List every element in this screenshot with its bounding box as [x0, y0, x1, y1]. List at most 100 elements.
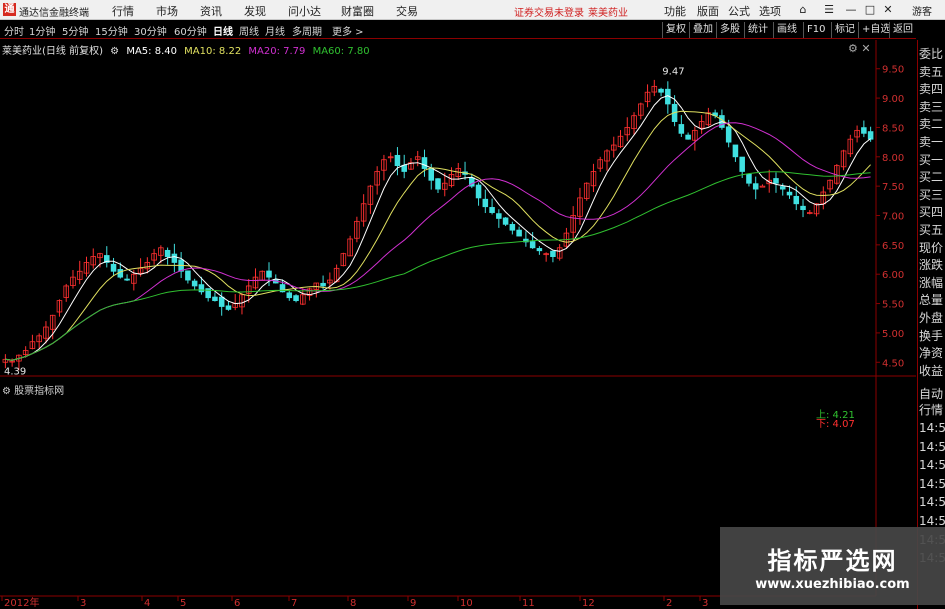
candle-body [428, 168, 435, 181]
candle-body [496, 213, 502, 219]
side-panel-item[interactable]: 换手 [919, 328, 945, 344]
login-status[interactable]: 证券交易未登录 [514, 4, 584, 19]
candle-body [212, 296, 218, 302]
side-panel-item[interactable]: 卖五 [919, 64, 945, 80]
btn-diejia[interactable]: 叠加 [689, 22, 716, 38]
side-panel-item[interactable]: 自动 [919, 386, 945, 402]
period-multi[interactable]: 多周期 [292, 23, 322, 38]
candle-body [320, 282, 326, 287]
tool-xuanxiang[interactable]: 选项 [759, 3, 781, 19]
y-tick-label: 7.50 [882, 182, 904, 193]
btn-back[interactable]: 返回 [889, 22, 916, 38]
ma10-line [5, 110, 871, 361]
menu-shichang[interactable]: 市场 [156, 3, 178, 19]
candle-body [786, 191, 793, 196]
side-panel-item[interactable]: 卖二 [919, 116, 945, 132]
side-panel-item[interactable]: 总量 [919, 292, 945, 308]
btn-biaoji[interactable]: 标记 [831, 22, 858, 38]
x-tick-label: 10 [460, 598, 473, 609]
side-panel-item[interactable]: 买四 [919, 204, 945, 220]
x-tick-label: 4 [144, 598, 150, 609]
moving-averages [5, 95, 871, 361]
side-panel-item[interactable]: 行情 [919, 402, 945, 418]
guest-label[interactable]: 游客 [912, 3, 932, 18]
chart-config-icon[interactable]: ⚙ ✕ [848, 42, 871, 55]
y-tick-label: 8.50 [882, 123, 904, 134]
ma60-value: MA60: 7.80 [312, 46, 370, 57]
side-panel-item[interactable]: 14:50 [919, 457, 945, 473]
settings-gear-icon[interactable]: ⚙ [110, 46, 119, 57]
period-daily[interactable]: 日线 [213, 23, 233, 38]
x-tick-label: 11 [522, 598, 535, 609]
maximize-icon[interactable]: □ [862, 2, 878, 17]
side-panel-item[interactable]: 收益 [919, 363, 945, 379]
period-monthly[interactable]: 月线 [265, 23, 285, 38]
candle-body [482, 198, 489, 208]
candle-body [171, 253, 178, 263]
close-icon[interactable]: ✕ [880, 2, 896, 17]
btn-huaxian[interactable]: 画线 [773, 22, 800, 38]
tool-banmian[interactable]: 版面 [697, 3, 719, 19]
ma5-value: MA5: 8.40 [126, 46, 177, 57]
side-panel-item[interactable]: 14:50 [919, 420, 945, 436]
candle-body [678, 124, 685, 134]
period-5min[interactable]: 5分钟 [62, 23, 88, 38]
btn-fuquan[interactable]: 复权 [662, 22, 689, 38]
minimize-icon[interactable]: — [843, 2, 859, 17]
side-panel-item[interactable]: 委比 [919, 46, 945, 62]
tool-gongshi[interactable]: 公式 [728, 3, 750, 19]
y-tick-label: 9.50 [882, 65, 904, 76]
menu-jiaoyi[interactable]: 交易 [396, 3, 418, 19]
side-panel-item[interactable]: 现价 [919, 240, 945, 256]
candle-body [286, 292, 293, 299]
tool-gongneng[interactable]: 功能 [664, 3, 686, 19]
period-more[interactable]: 更多 > [332, 23, 364, 38]
period-weekly[interactable]: 周线 [239, 23, 259, 38]
candle-body [861, 127, 867, 134]
side-panel-item[interactable]: 卖四 [919, 81, 945, 97]
side-panel-item[interactable]: 净资 [919, 345, 945, 361]
x-tick-label: 12 [582, 598, 595, 609]
menu-caifuquan[interactable]: 财富圈 [341, 3, 374, 19]
period-1min[interactable]: 1分钟 [29, 23, 55, 38]
candle-body [198, 284, 205, 293]
side-panel-item[interactable]: 14:50 [919, 476, 945, 492]
period-fenshi[interactable]: 分时 [4, 23, 24, 38]
side-panel-item[interactable]: 买五 [919, 222, 945, 238]
btn-tongji[interactable]: 统计 [744, 22, 771, 38]
side-panel-item[interactable]: 卖三 [919, 99, 945, 115]
side-panel-item[interactable]: 14:50 [919, 494, 945, 510]
candle-body [516, 229, 522, 237]
skin-icon[interactable]: ☰ [821, 2, 837, 17]
side-panel-item[interactable]: 买一 [919, 152, 945, 168]
period-60min[interactable]: 60分钟 [174, 23, 207, 38]
cloud-icon[interactable]: ⌂ [795, 2, 811, 17]
side-panel-item[interactable]: 外盘 [919, 310, 945, 326]
side-panel-item[interactable]: 14:50 [919, 439, 945, 455]
btn-duogu[interactable]: 多股 [716, 22, 743, 38]
side-panel-item[interactable]: 涨幅 [919, 275, 945, 291]
menu-wenxiaoda[interactable]: 问小达 [288, 3, 321, 19]
candle-body [489, 207, 495, 213]
period-15min[interactable]: 15分钟 [95, 23, 128, 38]
btn-f10[interactable]: F10 [803, 22, 828, 38]
x-tick-label: 6 [234, 598, 240, 609]
side-panel-item[interactable]: 买二 [919, 169, 945, 185]
side-panel-item[interactable]: 买三 [919, 187, 945, 203]
indicator-settings-icon[interactable]: ⚙ [2, 386, 11, 397]
current-stock-name: 莱美药业 [588, 8, 628, 19]
side-panel-item[interactable]: 涨跌 [919, 257, 945, 273]
period-30min[interactable]: 30分钟 [134, 23, 167, 38]
ma5-line [5, 95, 871, 361]
candle-body [793, 195, 800, 205]
candle-body [725, 126, 732, 143]
menu-hangqing[interactable]: 行情 [112, 3, 134, 19]
x-tick-label: 3 [80, 598, 86, 609]
watermark-url: www.xuezhibiao.com [755, 577, 910, 592]
candle-body [266, 270, 272, 278]
kline-chart[interactable]: 9.50 9.00 8.50 8.00 7.50 7.00 6.50 6.00 5.50 5.00… [0, 40, 916, 609]
menu-faxian[interactable]: 发现 [244, 3, 266, 19]
side-panel-item[interactable]: 卖一 [919, 134, 945, 150]
menu-zixun[interactable]: 资讯 [200, 3, 222, 19]
x-tick-label: 2 [666, 598, 672, 609]
